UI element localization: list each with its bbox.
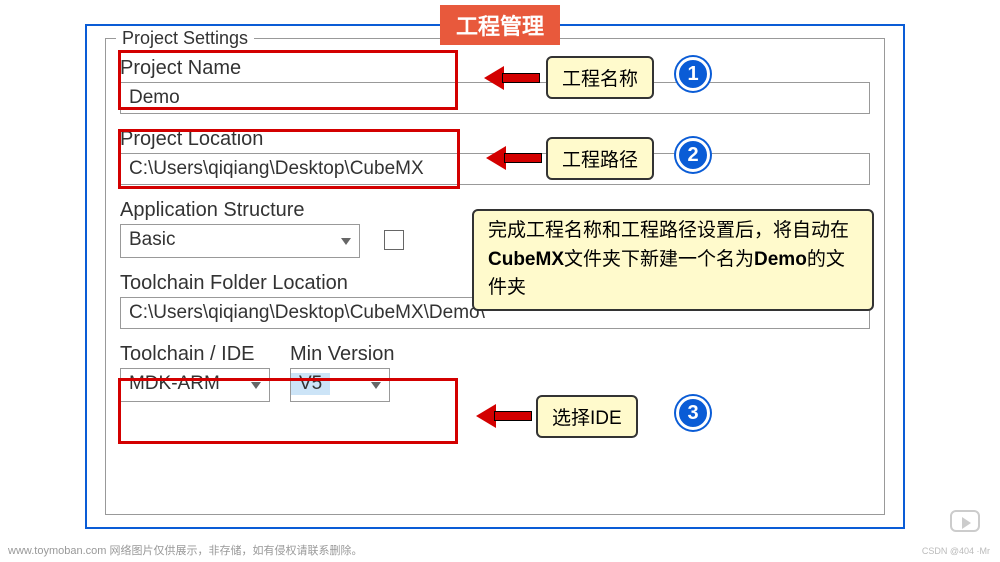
arrow-icon	[486, 146, 541, 170]
callout-project-location: 工程路径	[546, 137, 654, 180]
arrow-icon	[476, 404, 531, 428]
step-badge-3: 3	[676, 396, 710, 430]
watermark-right: CSDN @404 ·Mr	[922, 546, 990, 556]
project-settings-fieldset: Project Settings Project Name Project Lo…	[105, 38, 885, 515]
min-version-label: Min Version	[290, 343, 395, 366]
callout-select-ide: 选择IDE	[536, 395, 638, 438]
highlight-box-toolchain	[118, 378, 458, 444]
play-icon[interactable]	[950, 510, 980, 532]
callout-description: 完成工程名称和工程路径设置后，将自动在CubeMX文件夹下新建一个名为Demo的…	[472, 209, 874, 311]
app-structure-checkbox[interactable]	[384, 230, 404, 250]
main-panel: Project Settings Project Name Project Lo…	[85, 24, 905, 529]
callout-bold: CubeMX	[488, 249, 564, 270]
fieldset-legend: Project Settings	[116, 28, 254, 49]
callout-bold: Demo	[754, 249, 807, 270]
app-structure-label: Application Structure	[120, 199, 404, 222]
highlight-box-project-name	[118, 50, 458, 110]
callout-text: 文件夹下新建一个名为	[564, 249, 754, 270]
app-structure-value: Basic	[129, 229, 175, 250]
arrow-icon	[484, 66, 539, 90]
step-badge-1: 1	[676, 57, 710, 91]
title-banner: 工程管理	[440, 5, 560, 45]
callout-text: 完成工程名称和工程路径设置后，将自动在	[488, 220, 849, 241]
step-badge-2: 2	[676, 138, 710, 172]
highlight-box-project-location	[118, 129, 460, 189]
footer-disclaimer: www.toymoban.com 网络图片仅供展示，非存储，如有侵权请联系删除。	[8, 542, 362, 558]
toolchain-ide-label: Toolchain / IDE	[120, 343, 270, 366]
callout-project-name: 工程名称	[546, 56, 654, 99]
app-structure-dropdown[interactable]: Basic	[120, 224, 360, 258]
